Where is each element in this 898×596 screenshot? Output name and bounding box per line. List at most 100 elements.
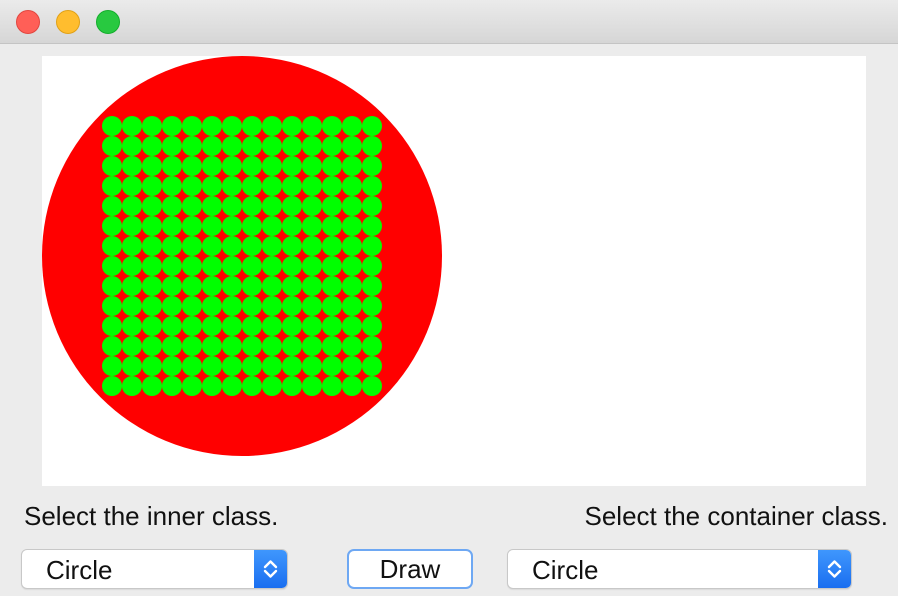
inner-circle — [302, 276, 322, 296]
inner-circle — [322, 316, 342, 336]
inner-circle — [142, 336, 162, 356]
inner-circle — [302, 376, 322, 396]
inner-circle — [142, 216, 162, 236]
inner-circle — [322, 296, 342, 316]
inner-circle — [282, 256, 302, 276]
inner-circle — [222, 196, 242, 216]
inner-circle — [102, 176, 122, 196]
zoom-window-button[interactable] — [96, 10, 120, 34]
inner-circle — [162, 236, 182, 256]
inner-circle — [362, 156, 382, 176]
inner-circle — [202, 236, 222, 256]
inner-circle — [182, 176, 202, 196]
minimize-window-button[interactable] — [56, 10, 80, 34]
inner-circle — [182, 316, 202, 336]
inner-circle — [142, 136, 162, 156]
inner-circle — [202, 276, 222, 296]
inner-circle — [302, 336, 322, 356]
inner-circle — [202, 196, 222, 216]
inner-circle — [322, 256, 342, 276]
title-bar[interactable] — [0, 0, 898, 44]
inner-class-select[interactable]: Circle — [21, 549, 288, 589]
inner-circle — [362, 116, 382, 136]
inner-circle — [342, 316, 362, 336]
close-window-button[interactable] — [16, 10, 40, 34]
inner-circle — [182, 296, 202, 316]
inner-circle — [282, 156, 302, 176]
inner-circle — [322, 356, 342, 376]
inner-circle — [342, 376, 362, 396]
inner-circle — [162, 276, 182, 296]
inner-circle — [242, 356, 262, 376]
inner-circle — [282, 236, 302, 256]
container-class-select-value: Circle — [532, 555, 599, 585]
inner-circle — [122, 236, 142, 256]
inner-circle — [262, 256, 282, 276]
inner-circle — [302, 136, 322, 156]
inner-circle — [202, 376, 222, 396]
inner-circle — [342, 116, 362, 136]
inner-circle — [162, 156, 182, 176]
inner-circle — [102, 236, 122, 256]
inner-circle — [242, 236, 262, 256]
inner-circle — [322, 156, 342, 176]
inner-circle — [342, 156, 362, 176]
inner-circle — [362, 236, 382, 256]
draw-button[interactable]: Draw — [347, 549, 473, 589]
inner-circle — [342, 176, 362, 196]
inner-circle — [322, 116, 342, 136]
inner-circle — [162, 176, 182, 196]
inner-circle — [222, 356, 242, 376]
inner-circle — [242, 216, 262, 236]
inner-circle — [222, 156, 242, 176]
inner-circle — [162, 376, 182, 396]
inner-circle — [282, 196, 302, 216]
inner-circle — [182, 156, 202, 176]
inner-circle — [282, 216, 302, 236]
inner-circle — [222, 276, 242, 296]
inner-circle — [262, 296, 282, 316]
inner-circle — [122, 156, 142, 176]
inner-circle — [342, 336, 362, 356]
inner-circle — [262, 116, 282, 136]
inner-circle — [122, 276, 142, 296]
inner-circle — [182, 236, 202, 256]
inner-circle — [162, 296, 182, 316]
inner-circle — [282, 176, 302, 196]
inner-circle — [162, 196, 182, 216]
inner-circle — [282, 376, 302, 396]
inner-circle — [242, 156, 262, 176]
inner-circle — [222, 376, 242, 396]
inner-circle — [182, 216, 202, 236]
inner-circle — [242, 316, 262, 336]
inner-circle — [222, 296, 242, 316]
inner-circle — [122, 296, 142, 316]
inner-circle — [282, 116, 302, 136]
inner-circle — [122, 176, 142, 196]
inner-circle — [302, 216, 322, 236]
inner-circle — [122, 356, 142, 376]
container-class-select[interactable]: Circle — [507, 549, 852, 589]
inner-circle — [182, 376, 202, 396]
select-arrows-icon[interactable] — [818, 550, 851, 588]
inner-circle — [262, 236, 282, 256]
inner-circle — [282, 336, 302, 356]
inner-circle — [322, 376, 342, 396]
inner-circle — [362, 196, 382, 216]
inner-circle — [142, 296, 162, 316]
inner-circle — [262, 356, 282, 376]
inner-circle — [202, 316, 222, 336]
inner-circle — [222, 136, 242, 156]
inner-circle — [322, 276, 342, 296]
inner-circle — [122, 116, 142, 136]
inner-circle — [302, 256, 322, 276]
container-class-label: Select the container class. — [584, 501, 889, 531]
select-arrows-icon[interactable] — [254, 550, 287, 588]
inner-circle — [362, 276, 382, 296]
inner-circle — [262, 176, 282, 196]
inner-circle — [262, 196, 282, 216]
inner-circle — [362, 376, 382, 396]
inner-circle — [142, 156, 162, 176]
inner-circle — [262, 136, 282, 156]
inner-circle — [362, 336, 382, 356]
